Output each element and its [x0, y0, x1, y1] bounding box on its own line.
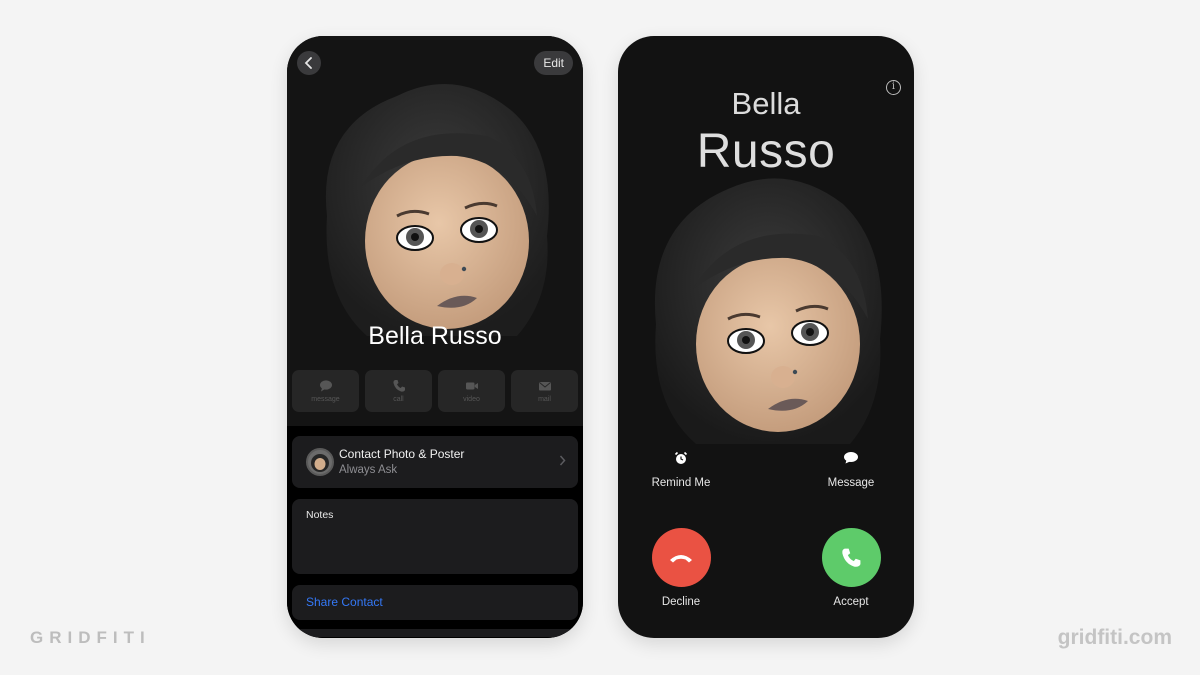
edit-button[interactable]: Edit: [534, 51, 573, 75]
caller-memoji-poster: [638, 164, 894, 456]
message-action-label: message: [311, 396, 340, 403]
share-contact-label: Share Contact: [306, 595, 383, 609]
envelope-icon: [538, 382, 551, 391]
call-action-label: call: [393, 396, 404, 403]
contact-details-list: Contact Photo & Poster Always Ask Notes …: [287, 426, 583, 638]
accept-call-button[interactable]: Accept: [806, 528, 896, 608]
incoming-call-phone: i Bella Russo Remind Me Message Decline …: [618, 36, 914, 638]
caller-first-name: Bella: [731, 86, 801, 121]
alarm-clock-icon: [674, 451, 688, 464]
remind-me-button[interactable]: Remind Me: [636, 448, 726, 489]
video-action-label: video: [463, 396, 480, 403]
gridfiti-url: gridfiti.com: [1057, 626, 1172, 649]
contact-hero: Edit Bella Russo message call video mail: [287, 36, 583, 426]
message-bubble-icon: [844, 452, 858, 464]
video-camera-icon: [465, 382, 478, 390]
chevron-right-icon: [559, 455, 566, 466]
phone-icon: [392, 380, 405, 392]
notes-field[interactable]: Notes: [292, 499, 578, 574]
contact-name: Bella Russo: [368, 322, 502, 350]
contact-photo-poster-row[interactable]: Contact Photo & Poster Always Ask: [292, 436, 578, 488]
phone-hangup-icon: [670, 554, 692, 562]
memoji-avatar: [307, 66, 563, 356]
accept-label: Accept: [833, 596, 869, 608]
share-contact-button[interactable]: Share Contact: [292, 585, 578, 620]
phone-icon: [842, 548, 861, 567]
poster-subtitle: Always Ask: [339, 464, 398, 476]
contact-actions: message call video mail: [292, 370, 578, 412]
mail-action-button[interactable]: mail: [511, 370, 578, 412]
decline-call-button[interactable]: Decline: [636, 528, 726, 608]
message-label: Message: [827, 477, 875, 489]
next-row-peek: [292, 629, 578, 637]
message-bubble-icon: [319, 380, 332, 392]
message-button[interactable]: Message: [806, 448, 896, 489]
remind-me-label: Remind Me: [651, 477, 711, 489]
poster-thumbnail: [306, 448, 334, 476]
chevron-left-icon: [304, 57, 312, 69]
gridfiti-logo: GRIDFITI: [30, 628, 151, 647]
video-action-button[interactable]: video: [438, 370, 505, 412]
back-button[interactable]: [297, 51, 321, 75]
contact-card-phone: Edit Bella Russo message call video mail: [287, 36, 583, 638]
decline-label: Decline: [661, 596, 701, 608]
notes-label: Notes: [306, 509, 334, 521]
message-action-button[interactable]: message: [292, 370, 359, 412]
poster-title: Contact Photo & Poster: [339, 447, 465, 461]
call-action-button[interactable]: call: [365, 370, 432, 412]
mail-action-label: mail: [538, 396, 551, 403]
stage: Edit Bella Russo message call video mail: [0, 0, 1200, 675]
